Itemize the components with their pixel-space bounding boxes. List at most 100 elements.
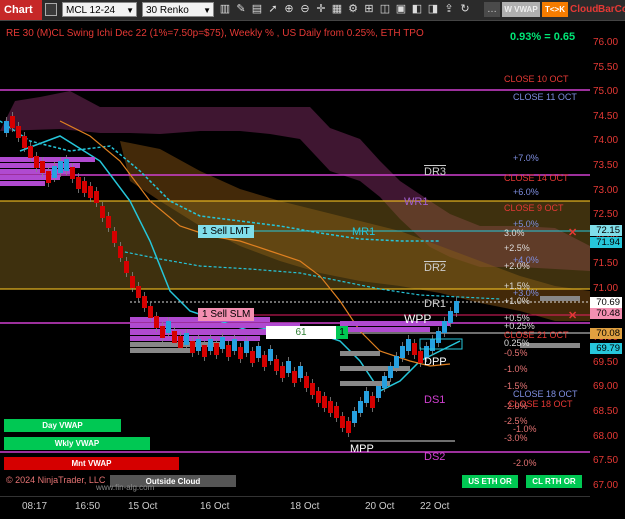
percent-label: +1.0%: [504, 296, 530, 306]
renko-brick: [304, 376, 309, 388]
price-tick-label: 67.00: [593, 479, 619, 491]
chart-tab[interactable]: Chart: [0, 0, 42, 20]
ds1-label: DS1: [424, 394, 446, 406]
percent-label: -1.5%: [504, 381, 528, 391]
drawing-tools-icon[interactable]: ◧: [410, 2, 424, 17]
time-tick-label: 16 Oct: [200, 501, 230, 512]
mnt-vwap-button[interactable]: Mnt VWAP: [4, 457, 179, 470]
draw-icon[interactable]: ✎: [234, 2, 248, 17]
renko-brick: [28, 146, 33, 158]
zoom-out-icon[interactable]: ⊖: [298, 2, 312, 17]
bars-icon[interactable]: ▥: [218, 2, 232, 17]
weekly-range-band: [0, 201, 590, 289]
sell-stop-order[interactable]: 1 Sell SLM: [198, 308, 255, 321]
close-marker-icon: ✕: [568, 227, 577, 239]
renko-brick: [166, 321, 171, 333]
renko-brick: [154, 316, 159, 328]
price-tick-label: 74.50: [593, 110, 619, 122]
renko-brick: [10, 116, 15, 128]
renko-brick: [358, 401, 363, 413]
crosshair-icon[interactable]: ✛: [314, 2, 328, 17]
price-tick-label: 68.00: [593, 430, 619, 442]
share-icon[interactable]: ⇪: [442, 2, 456, 17]
price-tick-label: 68.50: [593, 406, 619, 417]
renko-brick: [208, 339, 213, 351]
tpo-bar: [0, 157, 95, 162]
price-tick-label: 74.00: [593, 135, 619, 147]
tpo-bar: [130, 336, 260, 341]
renko-brick: [232, 339, 237, 351]
renko-brick: [94, 191, 99, 203]
strategies-icon[interactable]: ⊞: [362, 2, 376, 17]
price-tick-label: 75.00: [593, 86, 619, 98]
renko-brick: [388, 366, 393, 378]
indicators-icon[interactable]: ⚙: [346, 2, 360, 17]
renko-brick: [118, 246, 123, 258]
properties-icon[interactable]: ◫: [378, 2, 392, 17]
time-tick-label: 18 Oct: [290, 501, 320, 512]
pointer-icon[interactable]: ➚: [266, 2, 280, 17]
snapshot-icon[interactable]: ◨: [426, 2, 440, 17]
dr1-label: DR1: [424, 298, 447, 310]
us-eth-or-button[interactable]: US ETH OR: [462, 475, 518, 488]
renko-brick: [58, 161, 63, 173]
renko-brick: [46, 171, 51, 183]
instrument-icon[interactable]: [45, 3, 57, 16]
renko-brick: [454, 301, 459, 313]
price-tick-label: 73.00: [593, 184, 619, 196]
percent-label: 3.0%: [504, 228, 525, 238]
renko-brick: [88, 186, 93, 198]
zoom-in-icon[interactable]: ⊕: [282, 2, 296, 17]
percent-label: +6.0%: [513, 187, 539, 197]
more-button[interactable]: …: [484, 2, 500, 17]
renko-brick: [136, 286, 141, 298]
renko-brick: [418, 351, 423, 363]
renko-brick: [298, 366, 303, 378]
renko-brick: [130, 276, 135, 288]
dpp-label: DPP: [424, 356, 447, 368]
renko-brick: [286, 361, 291, 373]
wkly-vwap-button[interactable]: Wkly VWAP: [4, 437, 150, 450]
price-tick-label: 73.50: [593, 160, 619, 171]
sell-limit-order[interactable]: 1 Sell LMT: [198, 225, 254, 238]
price-tick-label: 67.50: [593, 455, 619, 467]
close-10-oct-label: CLOSE 10 OCT: [504, 74, 569, 84]
barco-toggle-button[interactable]: BarCo: [598, 2, 625, 17]
chart-plot-area[interactable]: ✕ ✕ RE 30 (M)CL Swing Ichi Dec 22 (1%=7.…: [0, 21, 590, 496]
tax-toggle-button[interactable]: T<>K: [542, 2, 568, 17]
renko-brick: [172, 331, 177, 343]
position-pnl[interactable]: 61: [266, 326, 336, 339]
percent-label: -2.0%: [504, 401, 528, 411]
templates-icon[interactable]: ▤: [250, 2, 264, 17]
renko-brick: [364, 391, 369, 403]
percent-label: -3.0%: [504, 433, 528, 443]
position-quantity[interactable]: 1: [336, 326, 348, 339]
change-readout: 0.93% = 0.65: [510, 31, 576, 43]
price-axis[interactable]: 76.00 75.50 75.00 74.50 74.00 73.50 73.00 72.50…: [590, 21, 625, 496]
data-box-icon[interactable]: ▦: [330, 2, 344, 17]
renko-brick: [346, 421, 351, 433]
close-11-oct-label: CLOSE 11 OCT: [513, 92, 577, 102]
price-tick-label: 72.50: [593, 209, 619, 221]
tpo-bar: [0, 181, 45, 186]
renko-brick: [220, 337, 225, 349]
time-axis[interactable]: 08:17 16:50 15 Oct 16 Oct 18 Oct 20 Oct 22 Oct: [0, 496, 590, 519]
close-marker-icon: ✕: [568, 310, 577, 322]
chart-trader-icon[interactable]: ▣: [394, 2, 408, 17]
renko-brick: [334, 406, 339, 418]
renko-brick: [442, 321, 447, 333]
day-vwap-button[interactable]: Day VWAP: [4, 419, 121, 432]
period-selector[interactable]: 30 Renko ▼: [142, 2, 214, 17]
cloud-toggle-button[interactable]: Cloud: [570, 2, 598, 17]
vwap-toggle-button[interactable]: W VWAP: [502, 2, 540, 17]
renko-brick: [190, 341, 195, 353]
mpp-label: MPP: [350, 443, 374, 455]
renko-brick: [322, 396, 327, 408]
price-marker: 71.94: [590, 237, 622, 248]
renko-brick: [244, 341, 249, 353]
refresh-icon[interactable]: ↻: [458, 2, 472, 17]
tpo-bar: [540, 296, 580, 301]
cl-rth-or-button[interactable]: CL RTH OR: [526, 475, 582, 488]
instrument-selector[interactable]: MCL 12-24 ▼: [62, 2, 137, 17]
renko-brick: [316, 391, 321, 403]
